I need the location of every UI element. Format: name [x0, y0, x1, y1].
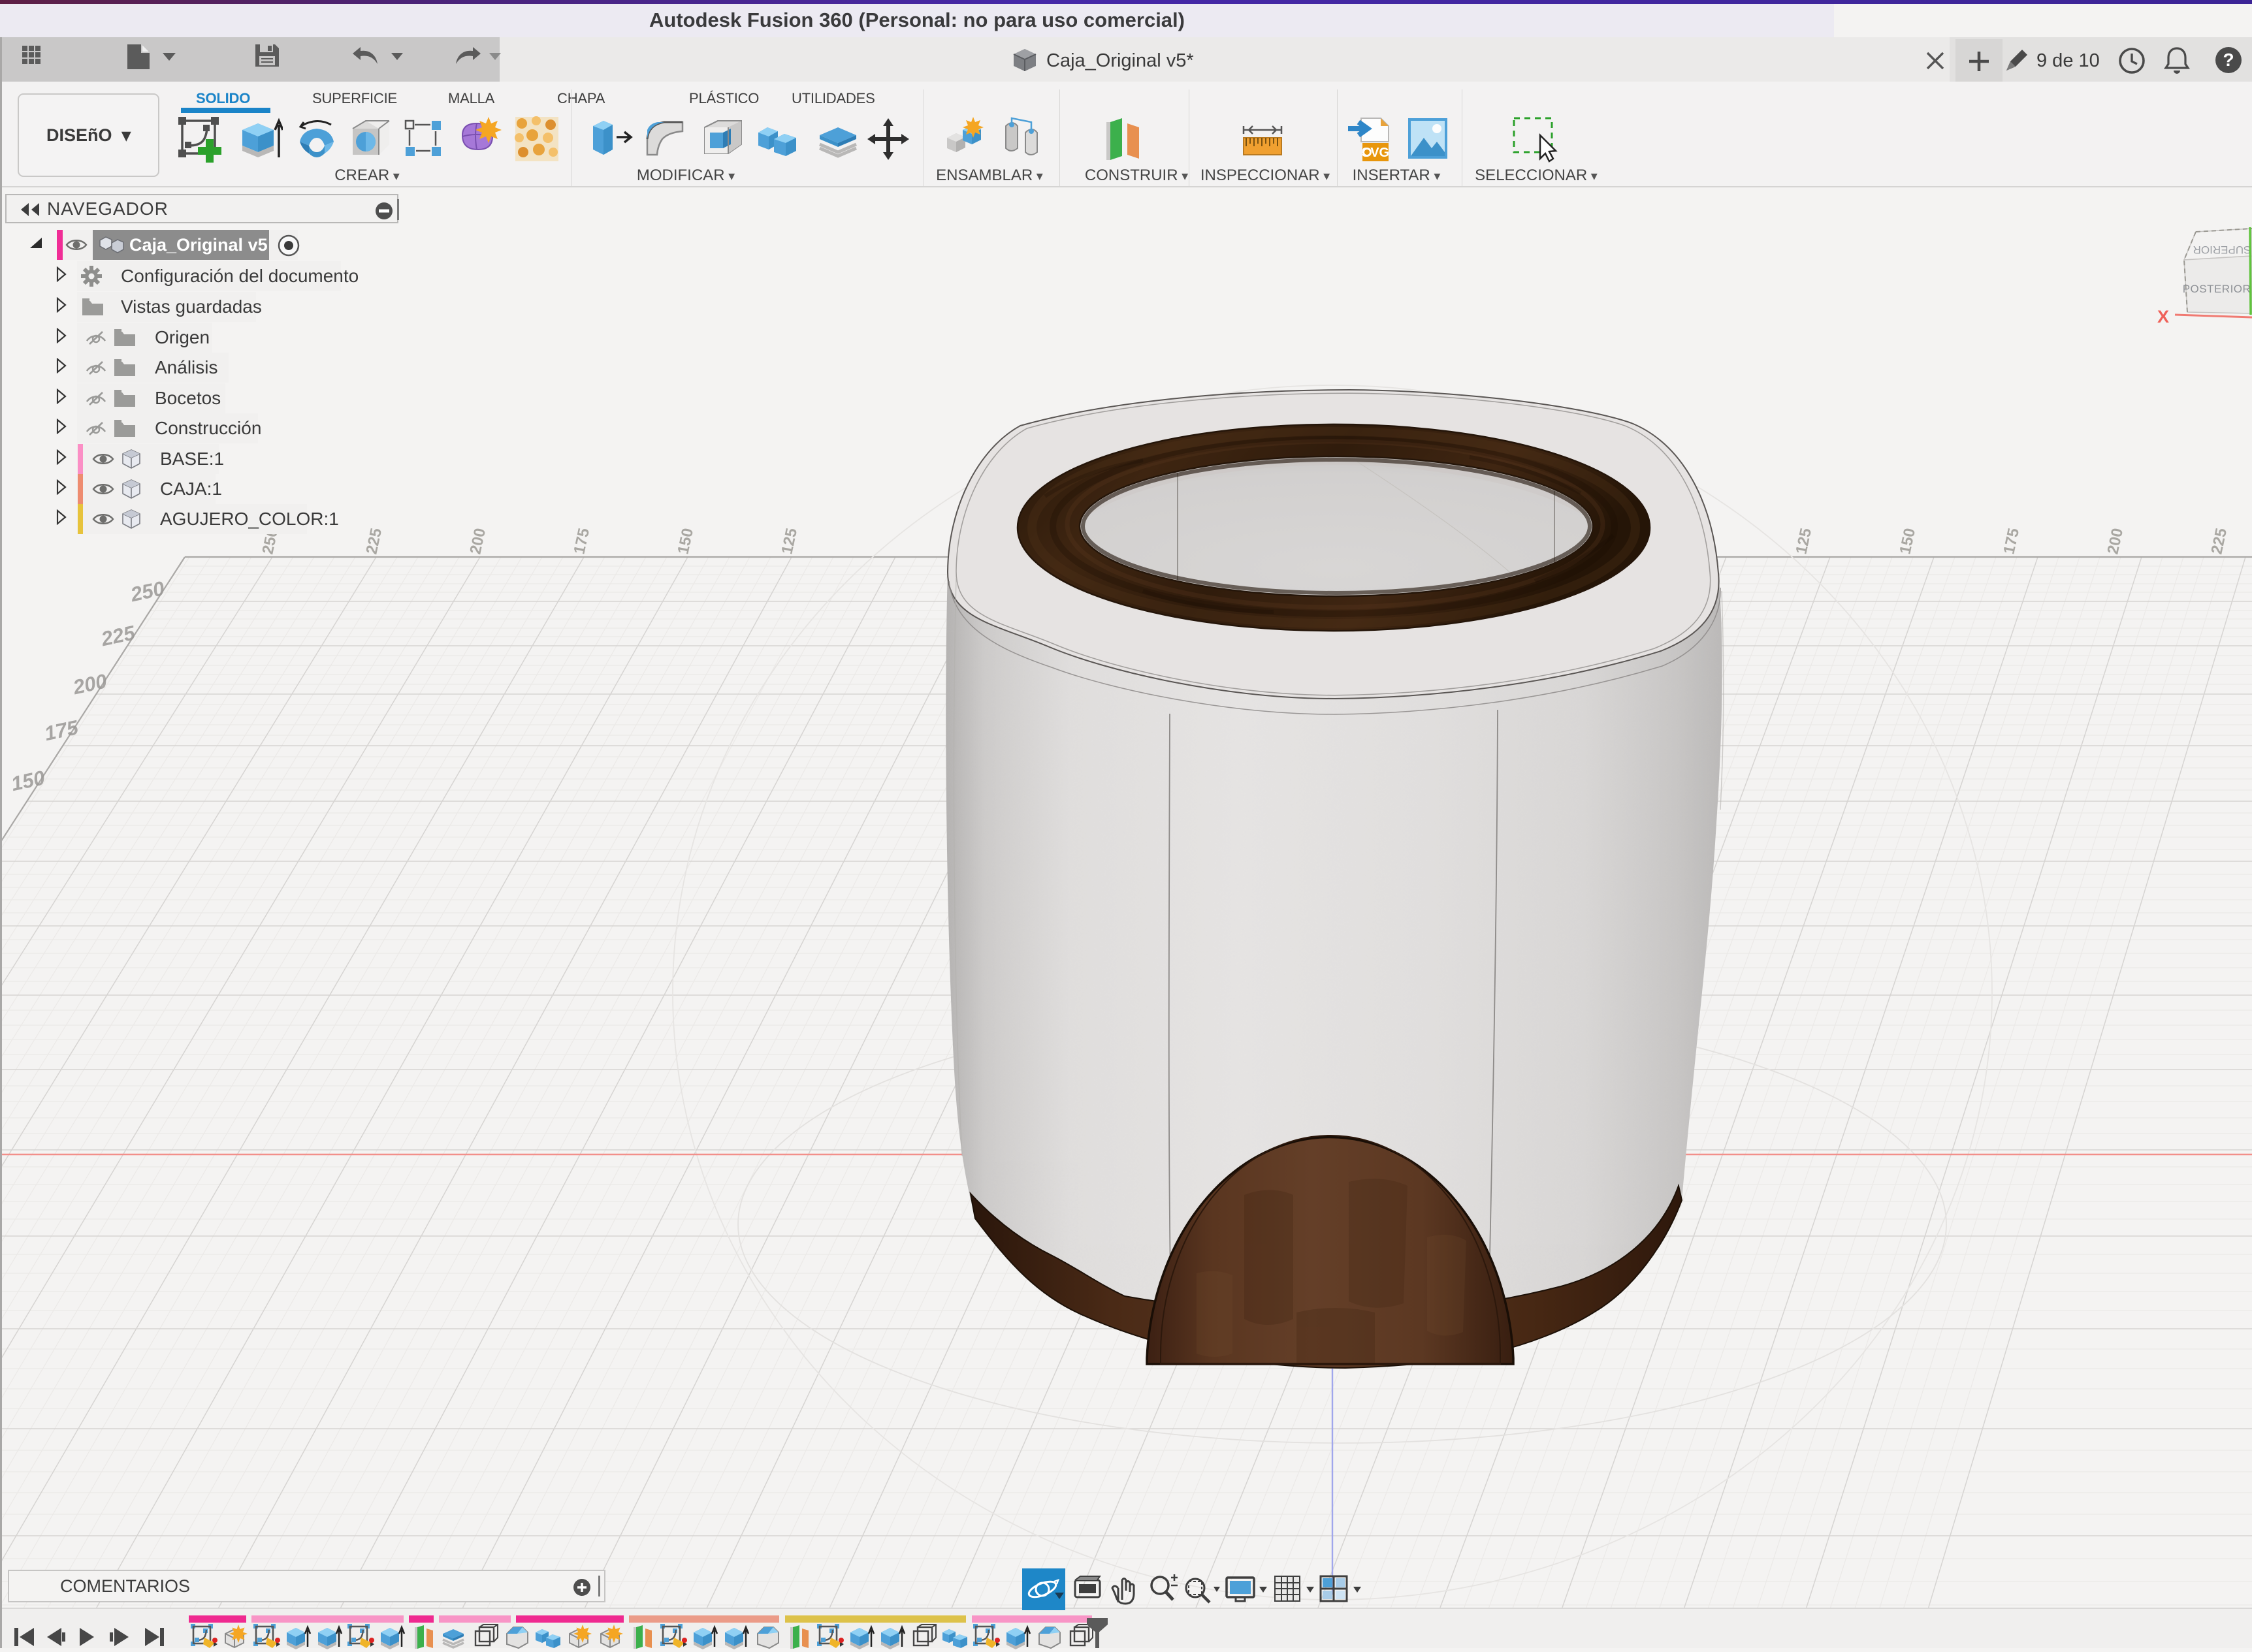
- svg-text:175: 175: [42, 716, 81, 745]
- svg-text:150: 150: [1896, 526, 1919, 556]
- svg-text:150: 150: [674, 526, 697, 556]
- svg-text:125: 125: [1792, 526, 1815, 556]
- svg-text:225: 225: [2208, 526, 2230, 556]
- svg-text:SUPERIOR: SUPERIOR: [2193, 244, 2251, 256]
- svg-text:200: 200: [466, 526, 489, 556]
- svg-text:175: 175: [570, 526, 593, 556]
- svg-text:175: 175: [2000, 526, 2023, 556]
- svg-text:?: ?: [2223, 50, 2234, 70]
- svg-text:125: 125: [778, 526, 801, 556]
- svg-text:POSTERIOR: POSTERIOR: [2183, 283, 2251, 295]
- svg-text:225: 225: [362, 526, 385, 556]
- svg-text:X: X: [2157, 307, 2169, 326]
- svg-text:150: 150: [9, 766, 47, 795]
- svg-text:200: 200: [2104, 526, 2127, 556]
